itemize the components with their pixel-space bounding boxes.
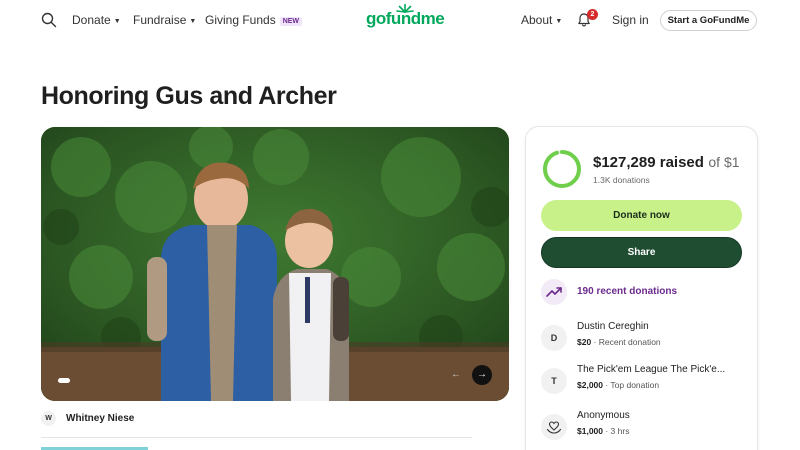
- donor-amount: $2,000: [577, 380, 603, 390]
- search-icon[interactable]: [41, 12, 57, 28]
- donation-card: $127,289 raised of $1 1.3K donations Don…: [525, 126, 758, 450]
- organizer-avatar: W: [41, 411, 56, 426]
- heart-hand-icon: [546, 421, 562, 434]
- donate-now-button[interactable]: Donate now: [541, 200, 742, 231]
- raised-amount: $127,289 raised: [593, 154, 704, 171]
- donor-amount: $1,000: [577, 426, 603, 436]
- campaign-photo[interactable]: ← →: [41, 127, 509, 401]
- nav-about-label: About: [521, 13, 553, 27]
- nav-giving-funds[interactable]: Giving Funds NEW: [205, 13, 303, 27]
- donor-avatar: [541, 414, 567, 440]
- donor-note: · Recent donation: [591, 337, 661, 347]
- notification-count-badge: 2: [587, 9, 598, 20]
- progress-ring: [543, 150, 581, 188]
- donor-meta: $20 · Recent donation: [577, 337, 661, 347]
- new-badge: NEW: [279, 17, 303, 26]
- trending-up-icon: [541, 279, 567, 305]
- top-nav: Donate ▼ Fundraise ▼ Giving Funds NEW gofun…: [0, 0, 800, 40]
- donor-list-item: Anonymous $1,000 · 3 hrs: [541, 410, 751, 450]
- campaign-photo-image: [41, 127, 509, 401]
- organizer-name[interactable]: Whitney Niese: [66, 413, 134, 424]
- chevron-down-icon: ▼: [555, 18, 563, 25]
- nav-about[interactable]: About ▼: [521, 13, 562, 27]
- donor-meta: $1,000 · 3 hrs: [577, 426, 629, 436]
- donor-name: The Pick'em League The Pick'e...: [577, 364, 726, 375]
- donor-avatar: D: [541, 325, 567, 351]
- share-button[interactable]: Share: [541, 237, 742, 268]
- donor-list-item: D Dustin Cereghin $20 · Recent donation: [541, 321, 751, 361]
- start-gofundme-button[interactable]: Start a GoFundMe: [660, 10, 757, 31]
- donor-meta: $2,000 · Top donation: [577, 380, 659, 390]
- donor-amount: $20: [577, 337, 592, 347]
- carousel-next-button[interactable]: →: [472, 365, 492, 385]
- progress-ring-fill: [543, 150, 581, 188]
- chevron-down-icon: ▼: [113, 18, 121, 25]
- nav-donate[interactable]: Donate ▼: [72, 13, 121, 27]
- donation-count: 1.3K donations: [593, 175, 650, 185]
- arrow-right-icon: →: [477, 369, 487, 380]
- donor-name: Anonymous: [577, 410, 630, 421]
- carousel-dot-active[interactable]: [58, 378, 70, 383]
- nav-giving-funds-label: Giving Funds: [205, 13, 276, 27]
- donor-list-item: T The Pick'em League The Pick'e... $2,00…: [541, 364, 751, 404]
- carousel-prev-button[interactable]: ←: [446, 365, 466, 385]
- sign-in-link[interactable]: Sign in: [612, 13, 649, 27]
- divider: [41, 437, 472, 438]
- page-title: Honoring Gus and Archer: [41, 82, 337, 110]
- recent-donations-link[interactable]: 190 recent donations: [577, 286, 677, 297]
- chevron-down-icon: ▼: [189, 18, 197, 25]
- gofundme-logo[interactable]: gofundme: [366, 9, 445, 29]
- nav-donate-label: Donate: [72, 13, 111, 27]
- donor-note: · 3 hrs: [603, 426, 630, 436]
- donor-note: · Top donation: [603, 380, 660, 390]
- arrow-left-icon: ←: [451, 369, 461, 380]
- amount-raised: $127,289 raised of $1: [593, 154, 740, 172]
- goal-amount: of $1: [708, 154, 740, 170]
- donor-avatar: T: [541, 368, 567, 394]
- nav-fundraise-label: Fundraise: [133, 13, 187, 27]
- nav-fundraise[interactable]: Fundraise ▼: [133, 13, 196, 27]
- donor-name: Dustin Cereghin: [577, 321, 649, 332]
